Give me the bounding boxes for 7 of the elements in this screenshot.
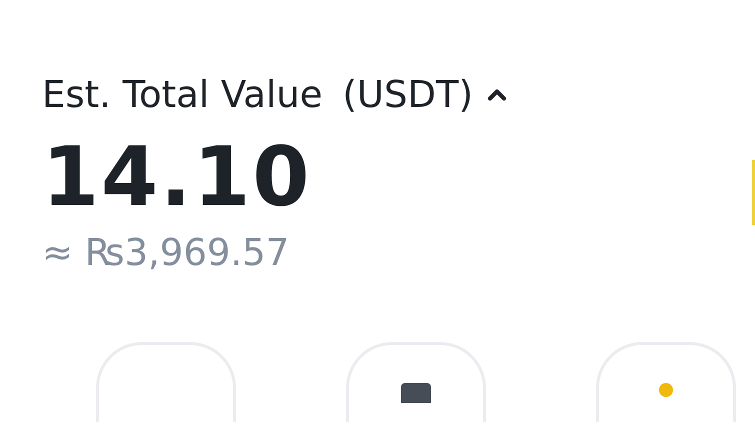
currency-label: (USDT): [342, 72, 473, 118]
action-button[interactable]: [346, 342, 486, 422]
balance-label: Est. Total Value: [42, 72, 322, 118]
balance-value: 14.10: [42, 130, 312, 226]
fiat-value: ≈ ₨3,969.57: [42, 230, 290, 276]
card-edge: [752, 160, 755, 225]
coin-icon: [659, 383, 673, 397]
